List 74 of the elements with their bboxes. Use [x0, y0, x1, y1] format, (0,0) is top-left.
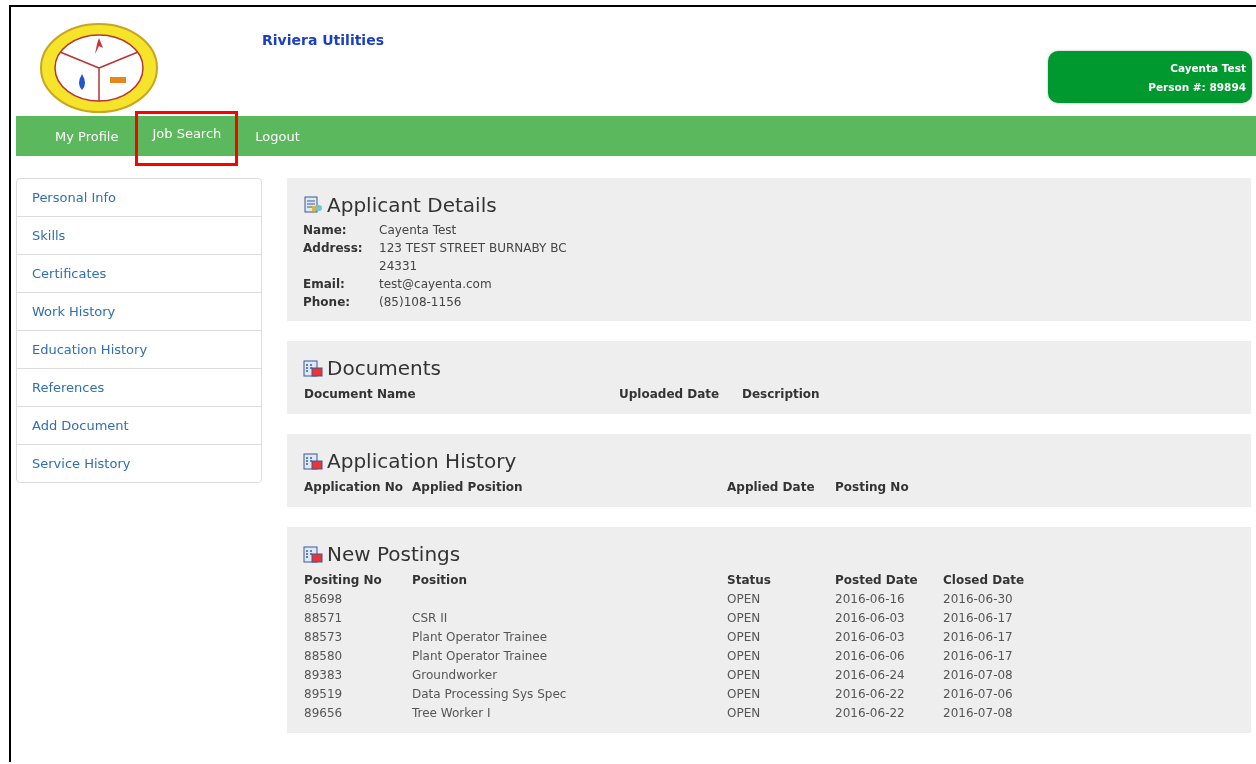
field-value: 24331 — [379, 258, 419, 275]
column-header: Applied Date — [727, 479, 816, 496]
table-cell-text: OPEN — [727, 629, 762, 646]
table-cell-text: 89656 — [304, 705, 344, 722]
column-header: Positing No — [304, 572, 383, 589]
column-header: Position — [412, 572, 468, 589]
table-cell-text: OPEN — [727, 648, 762, 665]
field-value: 123 TEST STREET BURNABY BC — [379, 240, 567, 257]
column-header: Uploaded Date — [619, 386, 721, 403]
field-label: Name: — [303, 222, 348, 239]
table-cell-text: 2016-06-30 — [943, 591, 1014, 608]
table-cell-text: 88571 — [304, 610, 344, 627]
table-cell-text: 2016-06-16 — [835, 591, 906, 608]
report-icon — [303, 196, 323, 214]
field-label: Phone: — [303, 294, 352, 311]
column-header: Posted Date — [835, 572, 919, 589]
sidebar-item[interactable]: Education History — [17, 330, 261, 368]
column-header: Application No — [304, 479, 404, 496]
table-cell-text: 2016-06-03 — [835, 629, 906, 646]
site-title: Riviera Utilities — [262, 32, 384, 48]
table-cell-text: 2016-06-03 — [835, 610, 906, 627]
logo-icon — [38, 22, 160, 114]
table-cell-text: 88573 — [304, 629, 344, 646]
table-cell-text: Plant Operator Trainee — [412, 629, 549, 646]
calendar-icon — [303, 452, 323, 470]
column-header: Document Name — [304, 386, 417, 403]
table-cell-text: 2016-06-17 — [943, 629, 1014, 646]
sidebar-item[interactable]: References — [17, 368, 261, 406]
table-cell-text: OPEN — [727, 610, 762, 627]
sidebar-item[interactable]: Work History — [17, 292, 261, 330]
table-cell-text: OPEN — [727, 686, 762, 703]
table-cell-text: 2016-06-22 — [835, 705, 906, 722]
column-header: Status — [727, 572, 772, 589]
table-cell-text: OPEN — [727, 591, 762, 608]
table-cell-text: OPEN — [727, 705, 762, 722]
table-cell-text: 88580 — [304, 648, 344, 665]
table-cell-text: Groundworker — [412, 667, 499, 684]
table-cell-text: 2016-06-24 — [835, 667, 906, 684]
table-cell-text: CSR II — [412, 610, 449, 627]
field-value: (85)108-1156 — [379, 294, 463, 311]
sidebar-item[interactable]: Skills — [17, 216, 261, 254]
table-cell-text: 2016-06-06 — [835, 648, 906, 665]
table-cell-text: 2016-06-17 — [943, 648, 1014, 665]
panel-title: Application History — [327, 449, 517, 473]
table-cell-text: Plant Operator Trainee — [412, 648, 549, 665]
column-header: Posting No — [835, 479, 909, 496]
calendar-icon — [303, 545, 323, 563]
field-label: Email: — [303, 276, 346, 293]
panel-title: Documents — [327, 356, 442, 380]
table-cell-text: 89383 — [304, 667, 344, 684]
table-cell-text: 85698 — [304, 591, 344, 608]
column-header: Closed Date — [943, 572, 1025, 589]
table-cell-text: 2016-07-06 — [943, 686, 1014, 703]
field-value: test@cayenta.com — [379, 276, 493, 293]
column-header: Applied Position — [412, 479, 524, 496]
table-cell-text: 2016-07-08 — [943, 667, 1014, 684]
field-value: Cayenta Test — [379, 222, 458, 239]
sidebar-item[interactable]: Certificates — [17, 254, 261, 292]
table-cell-text: Tree Worker I — [412, 705, 492, 722]
table-cell-text: OPEN — [727, 667, 762, 684]
sidebar-item[interactable]: Personal Info — [17, 179, 261, 216]
sidebar-item[interactable]: Add Document — [17, 406, 261, 444]
user-name: Cayenta Test — [1169, 61, 1246, 76]
table-cell-text: 2016-06-22 — [835, 686, 906, 703]
column-header: Description — [742, 386, 820, 403]
calendar-icon — [303, 359, 323, 377]
sidebar-item[interactable]: Service History — [17, 444, 261, 482]
panel-title: Applicant Details — [327, 193, 497, 217]
table-cell-text: 2016-07-08 — [943, 705, 1014, 722]
person-number: Person #: 89894 — [1147, 80, 1246, 95]
panel-title: New Postings — [327, 542, 461, 566]
table-cell-text: Data Processing Sys Spec — [412, 686, 568, 703]
table-cell-text: 2016-06-17 — [943, 610, 1014, 627]
table-cell-text: 89519 — [304, 686, 344, 703]
